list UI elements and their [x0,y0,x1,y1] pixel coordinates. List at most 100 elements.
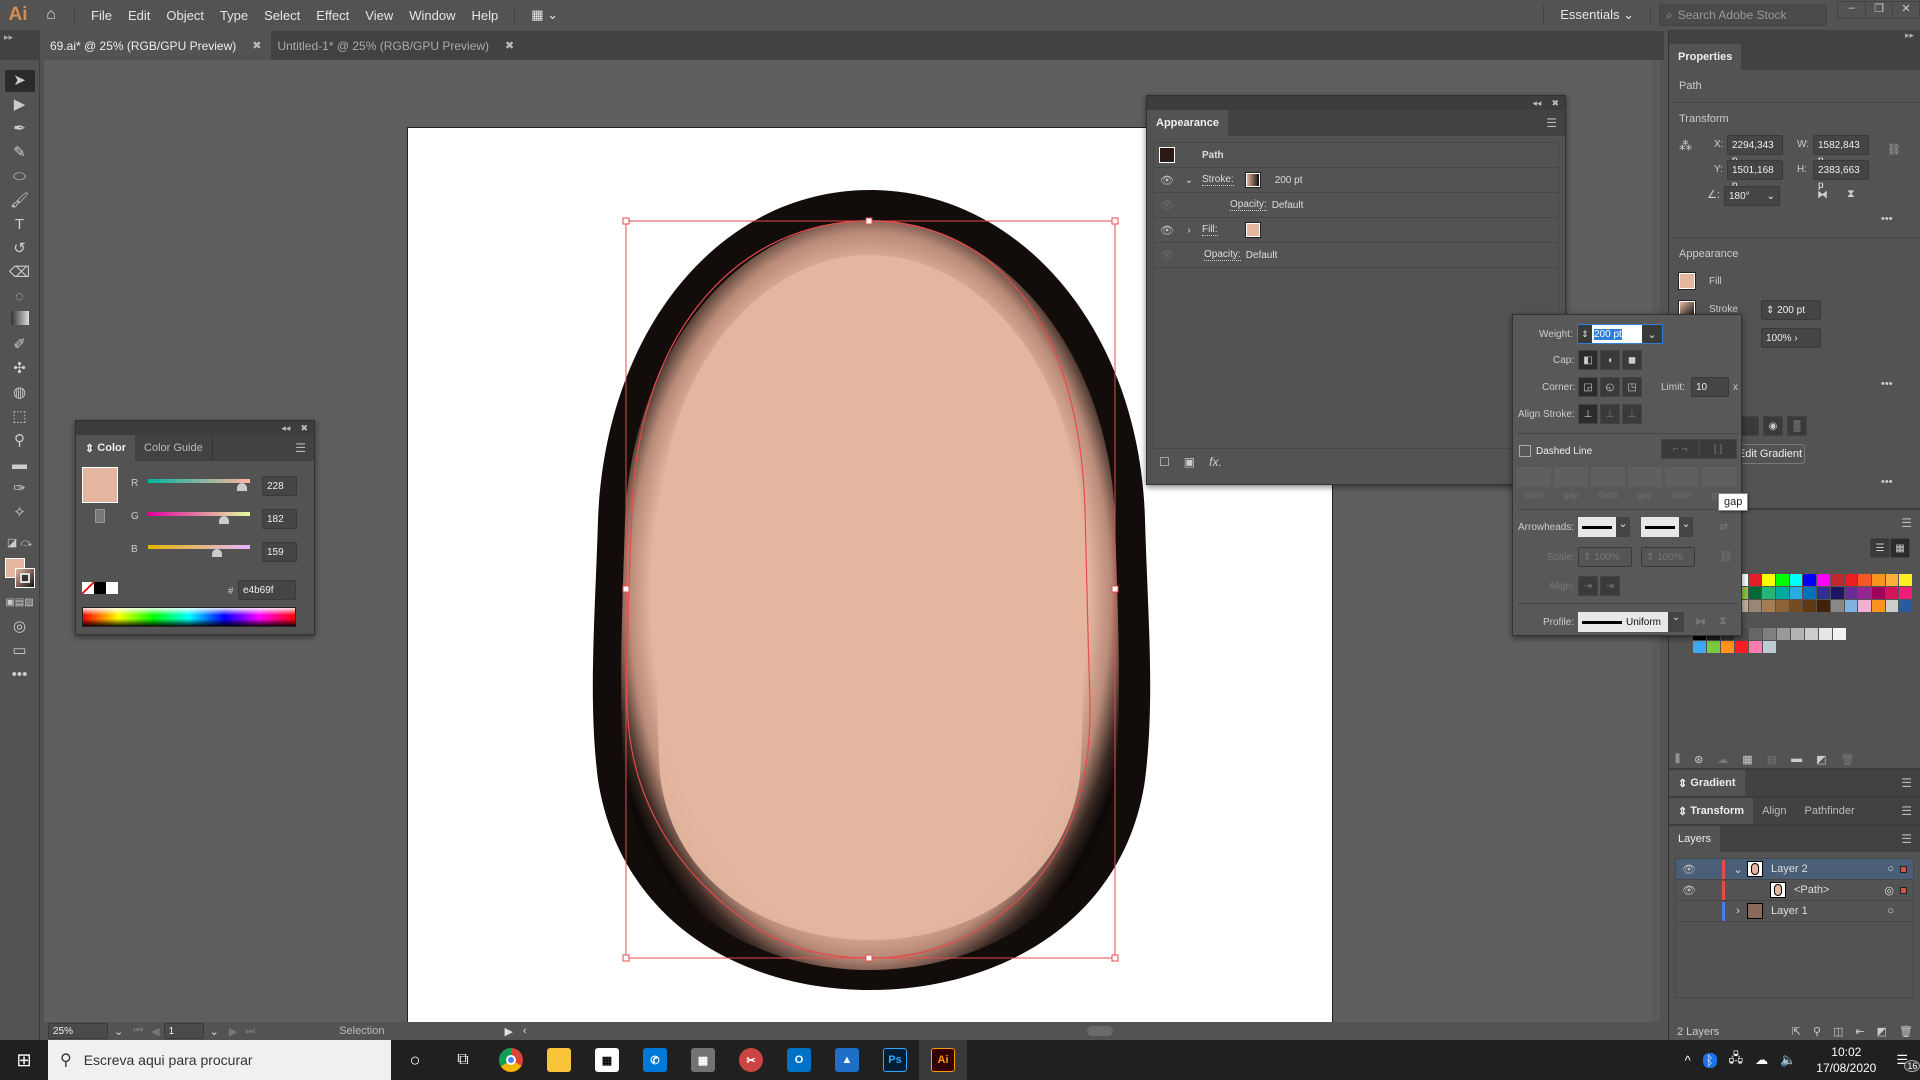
b-value-input[interactable]: 159 [262,542,297,562]
more-options-icon[interactable]: ••• [1881,213,1893,225]
tab-appearance[interactable]: Appearance [1147,110,1228,136]
color-swatch[interactable] [1817,587,1830,599]
color-swatch[interactable] [1819,628,1832,640]
photos-icon[interactable]: ▲ [823,1040,871,1080]
appearance-object-row[interactable]: Path [1154,143,1558,168]
draw-mode-icon[interactable]: ◎ [5,616,35,638]
dash-input[interactable] [1554,467,1588,487]
dock-collapse-icon[interactable]: ▸▸ [1669,30,1920,44]
task-view-icon[interactable]: ⧉ [439,1040,487,1080]
panel-menu-icon[interactable]: ☰ [1901,804,1912,818]
constrain-proportions-icon[interactable]: ⛓ [1887,143,1901,156]
handle[interactable] [622,954,630,962]
gradient-tool-icon[interactable] [5,310,35,332]
tab-color-guide[interactable]: Color Guide [135,435,213,461]
stroke-label[interactable]: Stroke: [1202,174,1234,186]
add-effect-icon[interactable]: fx. [1209,455,1222,469]
color-mode-icons[interactable]: ▣▤▨ [5,592,35,614]
curvature-tool-icon[interactable]: ✎ [5,142,35,164]
swatch-options-icon[interactable]: ▤ [1767,753,1777,766]
chevron-down-icon[interactable]: ⌄ [114,1025,123,1038]
chevron-down-icon[interactable]: ⌄ [210,1025,219,1038]
next-artboard-icon[interactable]: ▶ [229,1025,237,1038]
magic-wand-tool-icon[interactable]: ✧ [5,502,35,524]
linear-gradient-icon[interactable] [1739,416,1759,436]
puppet-warp-tool-icon[interactable]: ✣ [5,358,35,380]
dashed-line-checkbox[interactable] [1519,445,1531,457]
color-swatch[interactable] [1871,600,1885,612]
color-swatch[interactable] [1858,587,1871,599]
link-scale-icon[interactable]: ⛓ [1719,550,1733,563]
stroke-opacity-row[interactable]: 👁 Opacity: Default [1154,193,1558,218]
chevron-right-icon[interactable]: › [1180,225,1198,236]
color-swatch[interactable] [1803,600,1817,612]
chrome-icon[interactable] [487,1040,535,1080]
fill-stroke-widget[interactable] [3,556,37,590]
color-swatch[interactable] [1707,641,1720,653]
onedrive-icon[interactable]: ☁ [1755,1052,1768,1068]
r-value-input[interactable]: 228 [262,476,297,496]
cloud-icon[interactable]: ☁ [1717,753,1728,766]
tab-gradient[interactable]: ⇕ Gradient [1669,770,1745,796]
last-artboard-icon[interactable]: ⏭ [245,1025,255,1038]
arrange-documents-icon[interactable]: ▦ ⌄ [523,7,566,23]
chevron-down-icon[interactable]: ⌄ [1642,328,1662,341]
scroll-left-icon[interactable]: ‹ [523,1025,527,1037]
fill-swatch[interactable] [1678,272,1696,290]
handle[interactable] [622,217,630,225]
add-new-stroke-icon[interactable]: ☐ [1159,455,1170,469]
delete-layer-icon[interactable]: 🗑 [1899,1025,1913,1038]
status-menu-icon[interactable]: ▶ [504,1025,512,1038]
color-swatch[interactable] [1762,600,1776,612]
menu-select[interactable]: Select [256,8,308,23]
first-artboard-icon[interactable]: ⏮ [133,1025,143,1038]
tab-untitled-1[interactable]: Untitled-1* @ 25% (RGB/GPU Preview) ✖ [271,31,524,60]
tab-69-ai[interactable]: 69.ai* @ 25% (RGB/GPU Preview) ✖ [44,31,272,60]
color-swatch[interactable] [1858,574,1871,586]
color-swatch[interactable] [1735,641,1748,653]
clipping-mask-icon[interactable]: ◫ [1833,1025,1843,1038]
reference-point-icon[interactable]: ⁂ [1679,138,1692,154]
align-dash-icon[interactable]: [ ] [1699,439,1737,459]
ruler-tool-icon[interactable]: ▬ [5,454,35,476]
color-swatch[interactable] [1776,600,1789,612]
chevron-down-icon[interactable]: ⌄ [1180,175,1198,186]
rotate-angle-select[interactable]: 180° ⌄ [1724,186,1780,206]
color-swatch[interactable] [1749,641,1762,653]
collapse-panel-icon[interactable]: ◂◂ [1532,98,1541,109]
illustrator-icon[interactable]: Ai [919,1040,967,1080]
r-slider-thumb[interactable] [237,483,247,491]
restore-button[interactable]: ❐ [1865,2,1892,18]
eyedropper-tool-icon[interactable]: ✐ [5,334,35,356]
color-swatch[interactable] [1844,587,1858,599]
layer-name[interactable]: Layer 2 [1771,863,1808,875]
layer-name[interactable]: <Path> [1794,884,1829,896]
layer-row-layer-2[interactable]: 👁 ⌄ Layer 2 ○ [1676,859,1913,880]
horizontal-scrollbar-thumb[interactable] [1086,1026,1113,1036]
color-swatch[interactable] [1899,600,1912,612]
dash-input[interactable] [1591,467,1625,487]
none-swatch[interactable] [82,582,94,594]
fill-row[interactable]: 👁 › Fill: [1154,218,1558,243]
panel-menu-icon[interactable]: ☰ [1546,116,1557,130]
artwork[interactable] [580,180,1160,1000]
new-color-group-icon[interactable]: ▬ [1791,753,1802,766]
bevel-join-button[interactable]: ◳ [1622,377,1642,397]
color-swatch[interactable] [1789,574,1803,586]
layer-row-layer-1[interactable]: › Layer 1 ○ [1676,901,1913,922]
outlook-icon[interactable]: O [775,1040,823,1080]
color-swatch[interactable] [1830,574,1844,586]
type-tool-icon[interactable]: T [5,214,35,236]
dash-input[interactable] [1628,467,1662,487]
artboard-number-select[interactable]: 1 [163,1023,204,1039]
color-swatch[interactable] [1885,574,1899,586]
flip-across-icon[interactable]: ⧗ [1719,615,1727,628]
place-swatch-icon[interactable]: ⊛ [1694,753,1703,766]
color-swatch[interactable] [1871,574,1885,586]
g-slider-thumb[interactable] [219,516,229,524]
more-tools-icon[interactable]: ••• [5,664,35,686]
color-swatch[interactable] [1776,574,1789,586]
current-color-swatch[interactable] [82,467,118,503]
opacity-input[interactable]: 100% › [1761,328,1821,348]
color-swatch[interactable] [1791,628,1804,640]
